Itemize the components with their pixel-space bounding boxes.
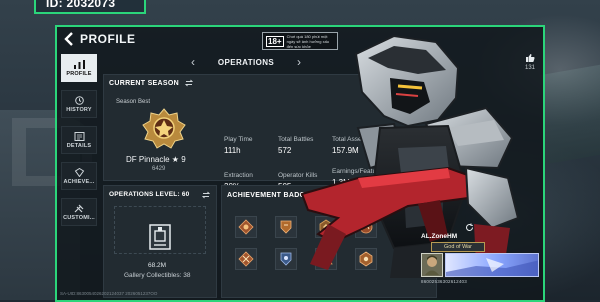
prev-mode-chevron-icon[interactable]: ‹ (191, 56, 195, 68)
player-id-badge: ID: 2032073 (34, 0, 146, 14)
achievement-badge[interactable] (275, 248, 297, 270)
gallery-value: 68.2M (148, 262, 167, 269)
rank-emblem-icon (142, 108, 186, 149)
sidebar-item-profile[interactable]: PROFILE (61, 54, 97, 82)
mode-label: OPERATIONS (217, 57, 275, 67)
operations-level-card: OPERATIONS LEVEL: 60 68.2M Gallery Colle… (103, 185, 217, 298)
swap-icon[interactable] (202, 191, 210, 199)
stat-label: Extraction (224, 172, 253, 179)
player-name: AL.ZoneHM (421, 233, 458, 240)
rank-name: DF Pinnacle ★ 9 (126, 155, 186, 164)
achievements-icon (74, 167, 84, 177)
swap-icon[interactable] (184, 79, 193, 87)
season-best-label: Season Best (116, 99, 151, 105)
stat-play-time: Play Time 111h (224, 136, 253, 155)
avatar (421, 253, 443, 277)
nameplate-card-art (445, 253, 539, 277)
history-icon (74, 95, 84, 105)
details-icon (74, 131, 84, 141)
sidebar-item-label: HISTORY (66, 106, 92, 113)
player-title-tag: God of War (431, 242, 485, 252)
sidebar: PROFILE HISTORY DETAILS ACHIEVE... CUSTO… (61, 54, 99, 234)
refresh-icon[interactable] (465, 219, 474, 231)
achievement-badge[interactable] (275, 216, 297, 238)
page-title: PROFILE (80, 32, 136, 46)
age-rating: 18+ (266, 35, 284, 47)
current-season-header: CURRENT SEASON (109, 79, 193, 87)
back-button[interactable]: PROFILE (64, 32, 136, 46)
sidebar-item-history[interactable]: HISTORY (61, 90, 97, 118)
sidebar-item-customize[interactable]: CUSTOMI... (61, 198, 97, 226)
section-title: OPERATIONS LEVEL: 60 (109, 191, 190, 198)
player-uid: 86002536302612403 (421, 279, 467, 284)
badge-emblem-icon (280, 220, 292, 234)
footer-session-id: SA-UID:8630054026202124037 2026051237OO (60, 291, 158, 296)
sidebar-item-achievements[interactable]: ACHIEVE... (61, 162, 97, 190)
bar-chart-icon (73, 59, 85, 69)
customize-icon (74, 204, 83, 212)
player-nameplate[interactable]: AL.ZoneHM God of War 86002536302612403 (363, 233, 543, 291)
mode-switcher: ‹ OPERATIONS › (191, 55, 301, 69)
sidebar-item-label: PROFILE (66, 70, 92, 77)
sidebar-item-details[interactable]: DETAILS (61, 126, 97, 154)
sidebar-item-label: ACHIEVE... (63, 178, 95, 185)
stat-label: Play Time (224, 136, 253, 143)
section-title: CURRENT SEASON (109, 79, 179, 87)
background-rock (540, 64, 600, 166)
sidebar-item-label: CUSTOMI... (63, 214, 95, 221)
sidebar-item-label: DETAILS (66, 142, 92, 149)
rank-points: 6429 (152, 166, 166, 172)
stat-value: 111h (224, 146, 241, 155)
badge-emblem-icon (280, 252, 292, 266)
achievement-badge[interactable] (235, 216, 257, 238)
badge-emblem-icon (238, 251, 254, 267)
back-arrow-icon (64, 32, 73, 46)
gallery-collectibles-label: Gallery Collectibles: 38 (124, 272, 191, 279)
badge-emblem-icon (238, 219, 254, 235)
gallery-collectibles-icon (149, 224, 171, 250)
achievement-badge[interactable] (235, 248, 257, 270)
